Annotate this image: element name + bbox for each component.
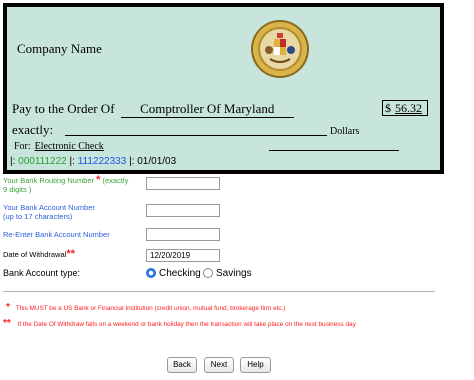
micr-separator: |: <box>69 156 75 167</box>
reenter-account-input[interactable] <box>146 228 220 241</box>
signature-line <box>269 150 399 151</box>
pay-to-label: Pay to the Order Of <box>12 101 115 116</box>
note-weekend: ** If the Date Of Withdraw falls on a we… <box>3 318 356 329</box>
memo-row: For: Electronic Check <box>14 141 104 152</box>
note-text: This MUST be a US Bank or Financial Inst… <box>15 305 286 312</box>
back-button[interactable]: Back <box>167 357 197 373</box>
account-number-input[interactable] <box>146 204 220 217</box>
radio-checking-label: Checking <box>159 267 201 279</box>
radio-savings-label: Savings <box>216 267 252 279</box>
micr-routing: 000111222 <box>18 156 67 167</box>
dollars-label: Dollars <box>330 126 360 137</box>
micr-separator: |: <box>10 156 16 167</box>
amount-symbol: $ <box>385 101 391 115</box>
withdrawal-date-input[interactable] <box>146 249 220 262</box>
radio-savings[interactable]: Savings <box>203 267 252 279</box>
account-number-label: Your Bank Account Number (up to 17 chara… <box>3 203 95 221</box>
for-label: For: <box>14 141 31 152</box>
amount-value: 56.32 <box>395 101 422 115</box>
note-mark: * <box>6 302 10 313</box>
amount-box: $56.32 <box>382 100 428 116</box>
routing-number-input[interactable] <box>146 177 220 190</box>
required-double-star: ** <box>66 248 75 260</box>
pay-to-row: Pay to the Order Of Comptroller Of Maryl… <box>12 101 294 118</box>
divider <box>3 291 435 292</box>
account-type-label: Bank Account type: <box>3 268 81 278</box>
next-button[interactable]: Next <box>204 357 234 373</box>
exactly-label: exactly: <box>12 122 54 137</box>
micr-date: 01/01/03 <box>137 156 177 167</box>
company-name: Company Name <box>17 41 102 56</box>
help-button[interactable]: Help <box>240 357 271 373</box>
maryland-seal-icon <box>251 20 309 78</box>
account-label-line2: (up to 17 characters) <box>3 212 73 221</box>
required-star: * <box>96 174 101 186</box>
note-mark: ** <box>3 318 11 329</box>
withdrawal-label-text: Date of Withdrawal <box>3 250 67 259</box>
micr-separator: |: <box>129 156 135 167</box>
withdrawal-date-label: Date of Withdrawal** <box>3 248 75 260</box>
routing-label-line2: 9 digits ) <box>3 185 32 194</box>
payee-name: Comptroller Of Maryland <box>120 101 294 118</box>
routing-label-tail: (exactly <box>102 176 129 185</box>
note-text: If the Date Of Withdraw falls on a weeke… <box>17 321 356 328</box>
note-us-bank: * This MUST be a US Bank or Financial In… <box>6 302 286 313</box>
for-value: Electronic Check <box>34 141 104 152</box>
written-amount-line <box>65 135 327 136</box>
micr-account: 111222333 <box>77 156 127 167</box>
reenter-account-label: Re-Enter Bank Account Number <box>3 230 110 239</box>
radio-unselected-icon[interactable] <box>203 268 213 278</box>
routing-number-label: Your Bank Routing Number * (exactly 9 di… <box>3 174 129 195</box>
routing-label-text: Your Bank Routing Number <box>3 176 95 185</box>
account-label-text: Your Bank Account Number <box>3 203 95 212</box>
check-image: Company Name Pay to the Order Of Comptro… <box>3 3 444 174</box>
micr-line: |: 000111222 |: 111222333 |: 01/01/03 <box>10 156 176 167</box>
radio-selected-icon[interactable] <box>146 268 156 278</box>
radio-checking[interactable]: Checking <box>146 267 201 279</box>
